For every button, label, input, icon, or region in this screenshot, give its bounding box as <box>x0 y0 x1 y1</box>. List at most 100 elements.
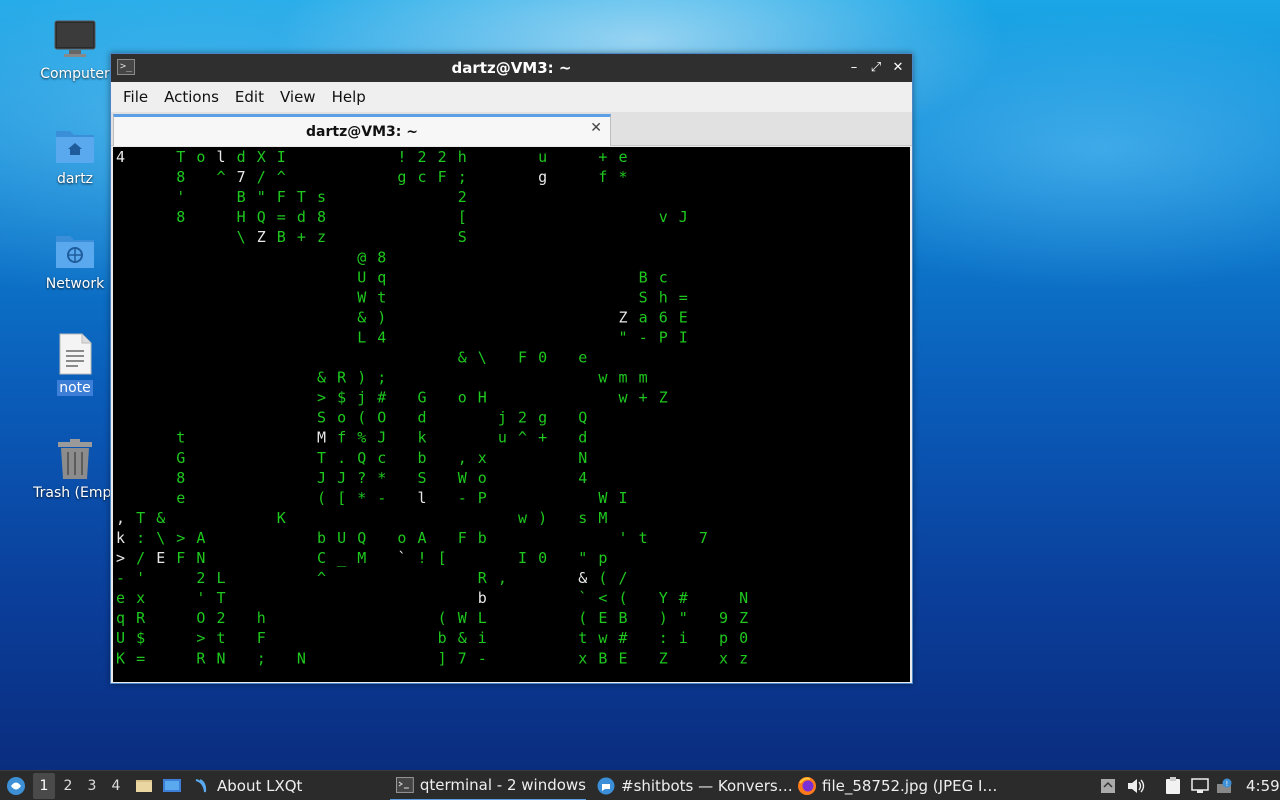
terminal-char: , <box>116 509 125 527</box>
terminal-char: u <box>538 148 547 166</box>
terminal-char: S <box>639 288 648 306</box>
terminal-char: G <box>176 449 185 467</box>
terminal-char: T <box>297 188 306 206</box>
terminal-char: ( <box>619 589 628 607</box>
tray-network[interactable] <box>1191 771 1209 800</box>
terminal-char: I <box>679 329 688 347</box>
maximize-button[interactable]: ⤢ <box>868 58 884 76</box>
terminal-char: 7 <box>458 649 467 667</box>
terminal-char: U <box>357 268 366 286</box>
terminal-char: / <box>619 569 628 587</box>
lxqt-icon <box>195 779 207 793</box>
terminal-char: ) <box>659 609 668 627</box>
terminal-char: o <box>337 409 346 427</box>
menu-view[interactable]: View <box>272 88 324 106</box>
task-konversation[interactable]: #shitbots — Konvers… <box>597 771 793 800</box>
task-qterminal[interactable]: qterminal - 2 windows <box>390 771 586 800</box>
terminal-char: [ <box>337 489 346 507</box>
terminal-char: f <box>598 168 607 186</box>
terminal-char: B <box>237 188 246 206</box>
task-about-lxqt[interactable]: About LXQt <box>193 771 302 800</box>
terminal-char: & <box>458 349 467 367</box>
terminal-char: - <box>639 329 648 347</box>
terminal-output[interactable]: 4 To l d X I! 2 2 h u + e 8 ^ 7/^ g c F; g f * ' B " F Ts 2 8 H Q = d 8[… <box>113 147 910 682</box>
tab-terminal[interactable]: dartz@VM3: ~ ✕ <box>113 114 611 146</box>
tray-notes[interactable] <box>1164 771 1182 800</box>
terminal-char: Z <box>619 308 628 326</box>
terminal-char: L <box>357 329 366 347</box>
terminal-char: Z <box>659 389 668 407</box>
terminal-char: T <box>217 589 226 607</box>
svg-text:!: ! <box>1226 780 1229 788</box>
tab-close-button[interactable]: ✕ <box>590 120 602 136</box>
terminal-char: # <box>679 589 688 607</box>
menu-actions[interactable]: Actions <box>156 88 227 106</box>
terminal-char: d <box>237 148 246 166</box>
terminal-char: v <box>659 208 668 226</box>
terminal-char: $ <box>337 389 346 407</box>
terminal-char: & <box>458 629 467 647</box>
terminal-char: = <box>277 208 286 226</box>
minimize-button[interactable]: – <box>846 58 862 76</box>
menu-edit[interactable]: Edit <box>227 88 272 106</box>
terminal-char: _ <box>337 549 347 567</box>
terminal-char: Q <box>357 449 366 467</box>
terminal-char: @ <box>357 248 366 266</box>
terminal-char: C <box>317 549 326 567</box>
terminal-char: * <box>357 489 366 507</box>
workspace-1[interactable]: 1 <box>33 773 55 799</box>
terminal-char: T <box>176 148 185 166</box>
terminal-char: t <box>217 629 226 647</box>
terminal-char: ^ <box>518 429 527 447</box>
tray-notifications[interactable]: ! <box>1216 771 1234 800</box>
task-firefox[interactable]: file_58752.jpg (JPEG I… <box>797 771 997 800</box>
clock[interactable]: 4:59 <box>1246 771 1280 800</box>
workspace-2[interactable]: 2 <box>57 773 79 799</box>
terminal-char: t <box>377 288 386 306</box>
terminal-char: J <box>317 469 326 487</box>
menu-file[interactable]: File <box>115 88 156 106</box>
terminal-char: ^ <box>277 168 286 186</box>
tray-volume[interactable] <box>1127 771 1145 800</box>
terminal-char: b <box>478 529 487 547</box>
terminal-char: ] <box>438 649 447 667</box>
workspace-3[interactable]: 3 <box>81 773 103 799</box>
terminal-char: : <box>136 529 145 547</box>
terminal-matrix: 4 To l d X I! 2 2 h u + e8 ^ 7/^ g c F; g f *' B " F Ts 28 H Q = d 8[… <box>116 148 748 667</box>
terminal-char: x <box>719 649 728 667</box>
terminal-char: \ <box>156 529 165 547</box>
start-menu-button[interactable] <box>6 771 26 800</box>
terminal-char: A <box>196 529 205 547</box>
menu-help[interactable]: Help <box>324 88 374 106</box>
terminal-char: - <box>458 489 467 507</box>
terminal-char: O <box>377 409 386 427</box>
quicklaunch-files[interactable] <box>135 771 153 800</box>
terminal-char: H <box>237 208 246 226</box>
terminal-char: j <box>357 389 366 407</box>
terminal-char: ' <box>196 589 205 607</box>
terminal-char: ( <box>438 609 447 627</box>
terminal-char: ( <box>598 569 607 587</box>
terminal-char: J <box>337 469 346 487</box>
terminal-char: / <box>257 168 266 186</box>
terminal-char: A <box>418 529 427 547</box>
terminal-char: B <box>277 228 286 246</box>
terminal-char: b <box>418 449 427 467</box>
tray-clipboard[interactable] <box>1099 771 1117 800</box>
terminal-char: ` <box>578 589 587 607</box>
window-titlebar[interactable]: >_ dartz@VM3: ~ – ⤢ ✕ <box>111 54 912 82</box>
terminal-char: R <box>337 369 347 387</box>
terminal-char: q <box>377 268 386 286</box>
task-label: file_58752.jpg (JPEG I… <box>822 777 998 795</box>
terminal-char: 8 <box>176 168 185 186</box>
terminal-char: e <box>619 148 628 166</box>
terminal-char: B <box>598 649 607 667</box>
terminal-char: ) <box>357 369 366 387</box>
workspace-4[interactable]: 4 <box>105 773 127 799</box>
close-button[interactable]: ✕ <box>890 58 906 76</box>
quicklaunch-desktop[interactable] <box>162 771 182 800</box>
terminal-char: Z <box>257 228 266 246</box>
terminal-char: $ <box>136 629 145 647</box>
terminal-char: F <box>257 629 266 647</box>
lxqt-menu-icon <box>7 777 25 795</box>
